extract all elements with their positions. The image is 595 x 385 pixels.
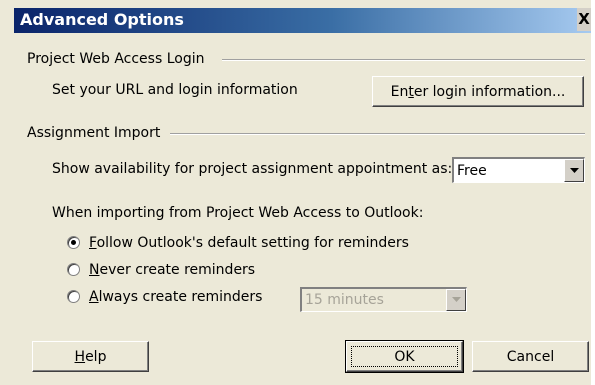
radio-selected-dot xyxy=(71,240,76,245)
radio-always-create-reminders[interactable] xyxy=(67,290,80,303)
pwa-login-separator xyxy=(222,59,585,61)
chevron-down-icon[interactable] xyxy=(564,159,584,182)
radio-label-always-create-reminders[interactable]: Always create reminders xyxy=(89,288,262,306)
reminder-interval-select[interactable]: 15 minutes xyxy=(300,287,467,312)
radio-label-never-create-reminders[interactable]: Never create reminders xyxy=(89,261,255,279)
title-bar[interactable]: Advanced Options X xyxy=(14,8,591,33)
assignment-import-separator xyxy=(170,133,585,135)
pwa-login-section-label: Project Web Access Login xyxy=(27,51,205,67)
cancel-button[interactable]: Cancel xyxy=(472,341,589,372)
enter-login-information-button[interactable]: Enter login information... xyxy=(372,76,584,107)
dialog-title: Advanced Options xyxy=(20,10,184,29)
importing-label: When importing from Project Web Access t… xyxy=(52,205,424,221)
reminder-interval-value: 15 minutes xyxy=(305,292,384,308)
chevron-down-icon[interactable] xyxy=(446,289,466,311)
radio-label-follow-outlook-default[interactable]: Follow Outlook's default setting for rem… xyxy=(89,234,409,252)
advanced-options-dialog: Advanced Options X Project Web Access Lo… xyxy=(0,0,591,385)
help-button[interactable]: Help xyxy=(32,341,149,372)
radio-never-create-reminders[interactable] xyxy=(67,263,80,276)
pwa-login-description: Set your URL and login information xyxy=(52,82,298,98)
radio-follow-outlook-default[interactable] xyxy=(67,236,80,249)
assignment-import-section-label: Assignment Import xyxy=(27,125,161,141)
availability-select[interactable]: Free xyxy=(452,157,585,183)
availability-label: Show availability for project assignment… xyxy=(52,161,453,177)
ok-button[interactable]: OK xyxy=(345,340,464,373)
availability-selected-value: Free xyxy=(457,162,487,179)
close-icon[interactable]: X xyxy=(577,8,591,31)
